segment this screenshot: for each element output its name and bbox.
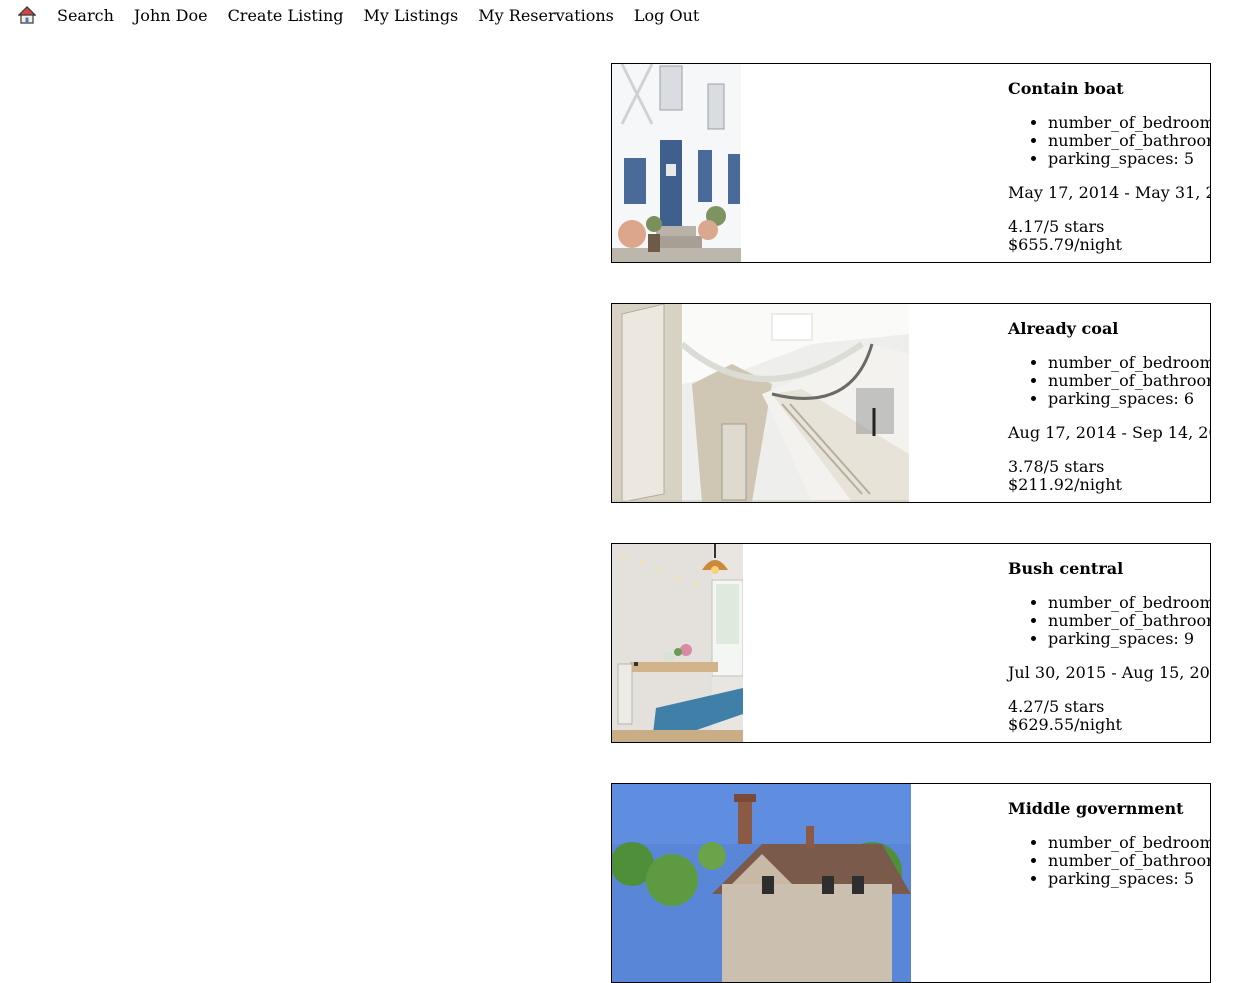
listing-photo[interactable] — [612, 544, 743, 742]
listing-rating: 4.27/5 stars — [1008, 697, 1105, 716]
nav-search-link[interactable]: Search — [57, 6, 114, 25]
listing-price: $629.55/night — [1008, 715, 1122, 734]
listing-rating: 4.17/5 stars — [1008, 217, 1105, 236]
listing-title: Contain boat — [1008, 79, 1124, 98]
listing-price: $655.79/night — [1008, 235, 1122, 254]
listing-card[interactable]: Contain boat number_of_bedrooms: 9 numbe… — [611, 63, 1211, 263]
feature-parking: parking_spaces: 9 — [1048, 630, 1210, 648]
listing-title: Middle government — [1008, 799, 1184, 818]
feature-bedrooms: number_of_bedrooms: 8 — [1048, 594, 1210, 612]
nav-my-reservations-link[interactable]: My Reservations — [478, 6, 614, 25]
feature-parking: parking_spaces: 5 — [1048, 150, 1210, 168]
feature-parking: parking_spaces: 5 — [1048, 870, 1210, 888]
listing-photo[interactable] — [612, 784, 911, 982]
listing-dates: May 17, 2014 - May 31, 2014 — [1008, 183, 1210, 202]
listing-photo[interactable] — [612, 304, 909, 502]
feature-bedrooms: number_of_bedrooms: 1 — [1048, 834, 1210, 852]
listing-card[interactable]: Bush central number_of_bedrooms: 8 numbe… — [611, 543, 1211, 743]
feature-parking: parking_spaces: 6 — [1048, 390, 1210, 408]
feature-bathrooms: number_of_bathrooms: 3 — [1048, 372, 1210, 390]
feature-bedrooms: number_of_bedrooms: 6 — [1048, 354, 1210, 372]
listing-card[interactable]: Already coal number_of_bedrooms: 6 numbe… — [611, 303, 1211, 503]
listing-photo[interactable] — [612, 64, 741, 262]
listing-features: number_of_bedrooms: 6 number_of_bathroom… — [1008, 354, 1210, 408]
listing-dates: Jul 30, 2015 - Aug 15, 2015 — [1008, 663, 1211, 682]
feature-bedrooms: number_of_bedrooms: 9 — [1048, 114, 1210, 132]
listing-info: Contain boat number_of_bedrooms: 9 numbe… — [1008, 64, 1210, 254]
top-nav: Search John Doe Create Listing My Listin… — [17, 0, 719, 30]
listing-title: Bush central — [1008, 559, 1124, 578]
nav-create-listing-link[interactable]: Create Listing — [228, 6, 344, 25]
listing-rating: 3.78/5 stars — [1008, 457, 1105, 476]
listing-info: Middle government number_of_bedrooms: 1 … — [1008, 784, 1210, 904]
listing-info: Bush central number_of_bedrooms: 8 numbe… — [1008, 544, 1211, 734]
listing-card[interactable]: Middle government number_of_bedrooms: 1 … — [611, 783, 1211, 983]
listing-features: number_of_bedrooms: 8 number_of_bathroom… — [1008, 594, 1210, 648]
nav-my-listings-link[interactable]: My Listings — [364, 6, 459, 25]
feature-bathrooms: number_of_bathrooms: 1 — [1048, 612, 1210, 630]
listing-price: $211.92/night — [1008, 475, 1122, 494]
nav-user-link[interactable]: John Doe — [134, 6, 208, 25]
nav-logout-link[interactable]: Log Out — [634, 6, 699, 25]
feature-bathrooms: number_of_bathrooms: 3 — [1048, 132, 1210, 150]
listing-features: number_of_bedrooms: 1 number_of_bathroom… — [1008, 834, 1210, 888]
listing-title: Already coal — [1008, 319, 1119, 338]
listing-info: Already coal number_of_bedrooms: 6 numbe… — [1008, 304, 1210, 494]
listing-features: number_of_bedrooms: 9 number_of_bathroom… — [1008, 114, 1210, 168]
home-icon[interactable] — [17, 6, 37, 24]
listing-dates: Aug 17, 2014 - Sep 14, 2014 — [1008, 423, 1210, 442]
feature-bathrooms: number_of_bathrooms: 4 — [1048, 852, 1210, 870]
